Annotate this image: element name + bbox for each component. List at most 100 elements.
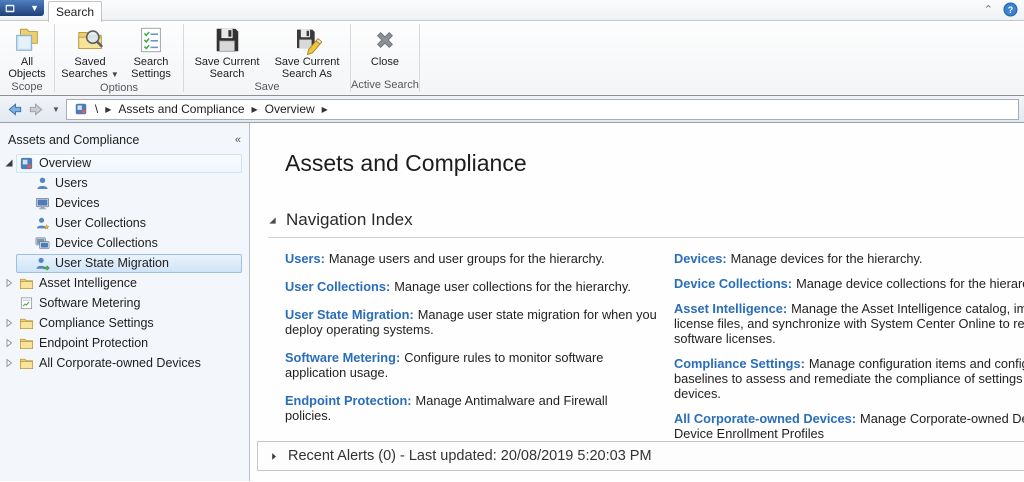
nav-index-item: Asset IntelligenceManage the Asset Intel… [674,301,1024,346]
sidebar-item-compliance-settings[interactable]: Compliance Settings [0,313,249,333]
application-menu-button[interactable]: ▼ [0,0,44,16]
ribbon-group-options: Saved Searches ▼ Search Settings Options [55,21,183,95]
overview-pane: Assets and Compliance Navigation Index U… [250,123,1024,481]
folder-icon [20,318,33,329]
console-icon [75,103,87,115]
all-objects-label: All Objects [8,56,46,80]
ribbon: All Objects Scope Saved Searches ▼ Searc… [0,21,1024,96]
save-current-search-label: Save Current Search [194,56,260,80]
sidebar-item-software-metering[interactable]: Software Metering [0,293,249,313]
collapsed-icon[interactable] [4,278,14,288]
breadcrumb-chevron-icon[interactable]: ▶ [105,105,111,114]
sidebar-item-label: All Corporate-owned Devices [39,356,201,370]
application-menu-icon [5,4,15,12]
close-search-label: Close [370,56,399,68]
section-expanded-icon[interactable] [268,216,277,225]
ribbon-group-active-search: Close Active Search [351,21,419,95]
sidebar-item-label: Users [55,176,88,190]
save-as-icon [296,29,322,55]
navigation-tree: Overview Users Devices User Collections … [0,149,249,373]
navigation-pane: Assets and Compliance « Overview Users D… [0,123,250,481]
collapse-ribbon-icon[interactable]: ⌃ [984,5,993,16]
nav-index-item: DevicesManage devices for the hierarchy. [674,251,1024,266]
save-current-search-as-button[interactable]: Save Current Search As [268,24,346,81]
collapsed-icon[interactable] [4,338,14,348]
search-settings-icon [141,27,161,53]
section-collapsed-icon[interactable] [269,452,278,461]
save-current-search-as-label: Save Current Search As [274,56,340,80]
nav-index-item: Compliance SettingsManage configuration … [674,356,1024,401]
navigation-pane-title: Assets and Compliance [8,132,140,147]
breadcrumb-chevron-icon[interactable]: ▶ [322,105,328,114]
asset-intelligence-link[interactable]: Asset Intelligence [674,301,787,316]
sidebar-item-endpoint-protection[interactable]: Endpoint Protection [0,333,249,353]
device-collections-link[interactable]: Device Collections [674,276,792,291]
nav-index-item: User State MigrationManage user state mi… [285,307,657,337]
sidebar-item-label: Device Collections [55,236,158,250]
collapsed-icon[interactable] [4,318,14,328]
saved-searches-icon [78,30,103,49]
sidebar-item-devices[interactable]: Devices [0,193,249,213]
user-icon [37,177,48,189]
sccm-console-window: ▼ Search ⌃ ? All Objects Scope Saved Sea… [0,0,1024,482]
sidebar-item-device-collections[interactable]: Device Collections [0,233,249,253]
nav-item-description: Manage device collections for the hierar… [796,276,1024,291]
help-icon[interactable]: ? [1003,2,1018,17]
recent-alerts-section-header[interactable]: Recent Alerts (0) - Last updated: 20/08/… [257,441,1024,471]
save-current-search-button[interactable]: Save Current Search [188,24,266,81]
software-metering-icon [20,297,33,309]
ribbon-tab-row: ▼ Search ⌃ ? [0,0,1024,22]
all-objects-button[interactable]: All Objects [4,24,50,81]
sidebar-item-overview[interactable]: Overview [0,153,249,173]
nav-index-item: All Corporate-owned DevicesManage Corpor… [674,411,1024,441]
search-settings-button[interactable]: Search Settings [123,24,179,81]
nav-index-item: Software MeteringConfigure rules to moni… [285,350,657,380]
users-link[interactable]: Users [285,251,325,266]
user-state-migration-link[interactable]: User State Migration [285,307,414,322]
tab-search[interactable]: Search [48,1,102,22]
compliance-settings-link[interactable]: Compliance Settings [674,356,805,371]
sidebar-item-users[interactable]: Users [0,173,249,193]
search-settings-label: Search Settings [131,56,171,80]
breadcrumb-item-overview[interactable]: Overview [265,102,315,116]
folder-icon [20,338,33,349]
save-icon [216,28,239,52]
navigation-bar: ▼ \ ▶ Assets and Compliance ▶ Overview ▶ [0,96,1024,123]
recent-alerts-title: Recent Alerts (0) - Last updated: 20/08/… [288,448,652,464]
expanded-icon[interactable] [4,158,14,168]
devices-link[interactable]: Devices [674,251,727,266]
sidebar-item-all-corporate-owned-devices[interactable]: All Corporate-owned Devices [0,353,249,373]
section-divider [268,237,1024,238]
sidebar-item-label: Compliance Settings [39,316,154,330]
endpoint-protection-link[interactable]: Endpoint Protection [285,393,412,408]
sidebar-item-label: Devices [55,196,100,210]
collapse-pane-icon[interactable]: « [235,134,241,146]
collapsed-icon[interactable] [4,358,14,368]
breadcrumb-item-assets-and-compliance[interactable]: Assets and Compliance [118,102,244,116]
ribbon-group-active-search-label: Active Search [351,79,419,91]
sidebar-item-asset-intelligence[interactable]: Asset Intelligence [0,273,249,293]
folder-icon [20,358,33,369]
breadcrumb-chevron-icon[interactable]: ▶ [252,105,258,114]
user-collections-link[interactable]: User Collections [285,279,390,294]
navigation-index-section-header[interactable]: Navigation Index [268,210,1024,230]
saved-searches-button[interactable]: Saved Searches ▼ [59,24,121,82]
close-search-button[interactable]: Close [359,24,411,69]
software-metering-link[interactable]: Software Metering [285,350,400,365]
breadcrumb-root[interactable]: \ [95,102,98,116]
overview-icon [20,157,33,169]
all-corporate-owned-devices-link[interactable]: All Corporate-owned Devices [674,411,856,426]
forward-button[interactable] [27,100,46,119]
back-button[interactable] [5,100,24,119]
sidebar-item-label: Overview [39,156,92,170]
history-dropdown-icon[interactable]: ▼ [49,105,63,114]
page-title: Assets and Compliance [285,150,527,176]
breadcrumb[interactable]: \ ▶ Assets and Compliance ▶ Overview ▶ [65,98,1019,120]
saved-searches-label: Saved Searches [61,56,108,80]
navigation-index-title: Navigation Index [286,210,413,229]
sidebar-item-user-collections[interactable]: User Collections [0,213,249,233]
sidebar-item-user-state-migration[interactable]: User State Migration [0,253,249,273]
navigation-index-left-column: UsersManage users and user groups for th… [285,251,657,451]
nav-item-description: Manage devices for the hierarchy. [730,251,923,266]
device-icon [36,197,49,209]
